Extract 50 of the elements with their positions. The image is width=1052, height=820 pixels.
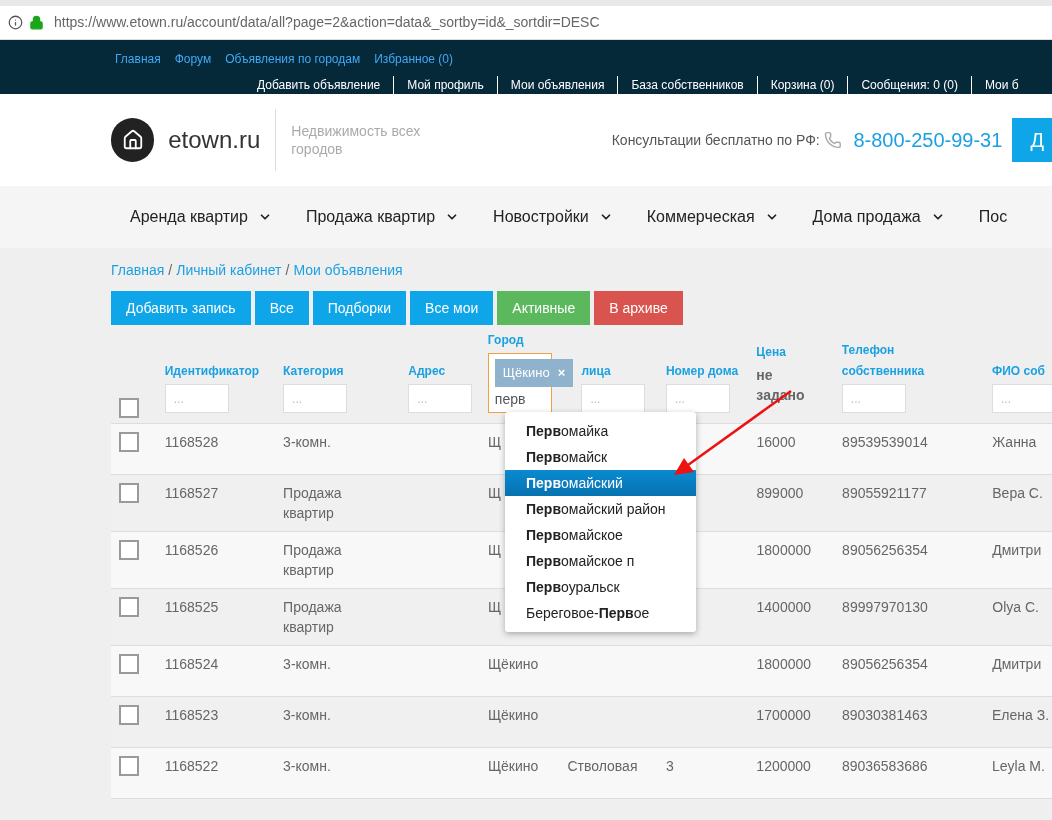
table-cell-text: Продажа квартир <box>283 598 343 637</box>
table-cell-text: Стволовая <box>567 757 638 776</box>
table-cell-text: 89055921177 <box>842 484 927 503</box>
tagline: Недвижимость всех городов <box>291 122 422 158</box>
table-cell-text: Щ <box>488 484 502 503</box>
table-cell-text: Щёкино <box>488 655 539 674</box>
table-cell-text: 3 <box>665 757 674 776</box>
city-query: перв <box>494 391 527 407</box>
table-cell-text: 89036583686 <box>841 757 928 776</box>
table-cell-text: 1800000 <box>756 541 812 560</box>
table-cell-text: 1400000 <box>756 598 812 617</box>
table-cell-text: 1168526 <box>164 541 219 560</box>
table-cell-text: Дмитри <box>992 655 1042 674</box>
table-cell-text: 1168523 <box>164 706 219 725</box>
table-cell-text: 16000 <box>756 433 796 452</box>
table-cell-text: Продажа квартир <box>283 484 343 523</box>
table-cell-text: 89056256354 <box>842 541 928 560</box>
table-cell-text: 3-комн. <box>283 655 331 674</box>
table-cell-text: 1168527 <box>164 484 219 503</box>
table-cell-text: 3-комн. <box>283 706 331 725</box>
table-cell-text: Щёкино <box>487 706 539 725</box>
table-cell-text: 3-комн. <box>283 433 331 452</box>
table-cell-text: 89030381463 <box>841 706 928 725</box>
table-cell-text: Щ <box>488 541 502 560</box>
table-cell-text: Leyla M. <box>992 757 1045 776</box>
breadcrumb-separator: / <box>285 261 290 280</box>
table-cell-text: 89539539014 <box>842 433 928 452</box>
breadcrumb-separator: / <box>168 261 173 280</box>
table-cell-text: Щ <box>488 433 502 452</box>
table-cell-text: 1168528 <box>164 433 219 452</box>
table-cell-text: 3-комн. <box>283 757 331 776</box>
table-cell-text: 1700000 <box>756 706 811 725</box>
table-cell-text: Щёкино <box>487 757 539 776</box>
table-cell-text: Елена З. <box>992 706 1050 725</box>
consult-label: Консультации бесплатно по РФ: <box>611 130 820 150</box>
table-cell-text: Дмитри <box>992 541 1042 560</box>
table-cell-text: Щ <box>488 598 502 617</box>
table-cell-text: 1168522 <box>164 757 219 776</box>
table-cell-text: Продажа квартир <box>283 541 343 580</box>
table-cell-text: 1168524 <box>164 655 219 674</box>
table-cell-text: 89997970130 <box>842 598 928 617</box>
table-cell-text: 1168525 <box>164 598 219 617</box>
tag-text: Щёкино <box>502 364 550 383</box>
table-cell-text: 89056256354 <box>842 655 928 674</box>
table-cell-text: 1800000 <box>756 655 812 674</box>
table-cell-text: 1200000 <box>756 757 811 776</box>
table-cell-text: Вера С. <box>992 484 1043 503</box>
table-cell-text: 899000 <box>756 484 804 503</box>
table-cell-text: Olya C. <box>992 598 1039 617</box>
table-cell-text: Жанна <box>992 433 1037 452</box>
